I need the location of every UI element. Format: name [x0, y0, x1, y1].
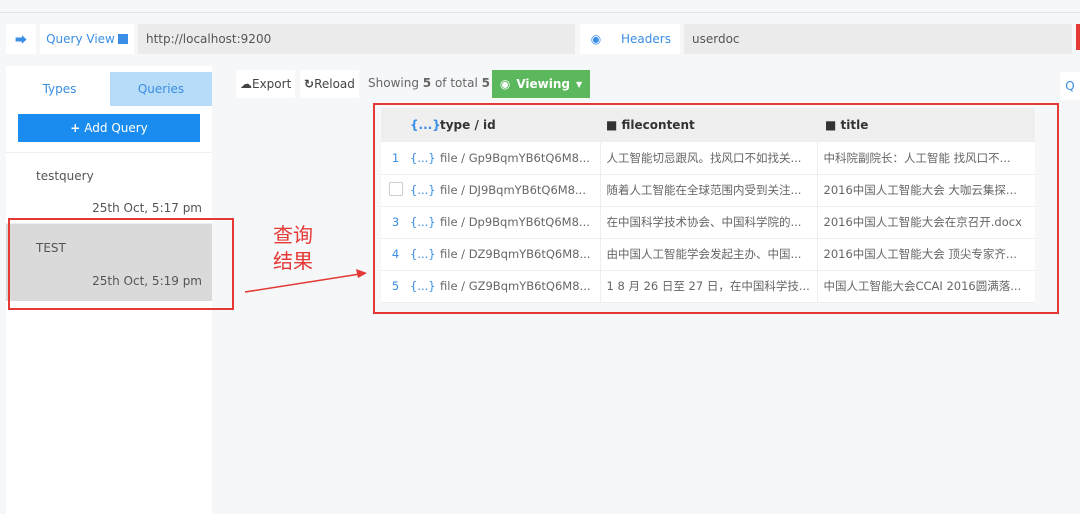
- table-row[interactable]: 1 {...} file / Gp9BqmYB6tQ6M8... 人工智能切忌跟…: [381, 142, 1035, 175]
- cell-type-id: file / Dp9BqmYB6tQ6M8...: [440, 206, 600, 239]
- json-icon: {...}: [410, 108, 441, 142]
- cell-filecontent: 随着人工智能在全球范围内受到关注...: [599, 174, 817, 207]
- cell-filecontent: 由中国人工智能学会发起主办、中国...: [599, 238, 817, 271]
- cell-title: 中科院副院长：人工智能 找风口不...: [816, 142, 1035, 175]
- tab-queries[interactable]: Queries: [110, 72, 212, 106]
- annotation-arrow: [244, 269, 367, 293]
- cell-title: 中国人工智能大会CCAI 2016圆满落...: [816, 270, 1035, 303]
- results-table: {...} type / id ■ filecontent ■ title 1 …: [381, 108, 1035, 303]
- table-header: {...} type / id ■ filecontent ■ title: [381, 108, 1035, 142]
- cell-type-id: file / GZ9BqmYB6tQ6M8...: [440, 270, 600, 303]
- cell-filecontent: 1 8 月 26 日至 27 日，在中国科学技...: [599, 270, 817, 303]
- column-filecontent[interactable]: ■ filecontent: [600, 108, 817, 142]
- url-input[interactable]: http://localhost:9200: [138, 24, 575, 54]
- table-row[interactable]: 4 {...} file / DZ9BqmYB6tQ6M8... 由中国人工智能…: [381, 238, 1035, 271]
- table-row[interactable]: {...} file / DJ9BqmYB6tQ6M8... 随着人工智能在全球…: [381, 174, 1035, 207]
- reload-label: Reload: [314, 77, 355, 91]
- row-number: 4: [381, 238, 410, 271]
- top-divider: [0, 12, 1080, 13]
- column-title[interactable]: ■ title: [817, 108, 1035, 142]
- right-edge-button[interactable]: [1076, 24, 1080, 50]
- query-time: 25th Oct, 5:17 pm: [92, 201, 202, 215]
- table-row[interactable]: 3 {...} file / Dp9BqmYB6tQ6M8... 在中国科学技术…: [381, 206, 1035, 239]
- add-query-label: Add Query: [84, 121, 148, 135]
- cloud-download-icon: ☁: [240, 77, 252, 91]
- cell-title: 2016中国人工智能大会 顶尖专家齐...: [816, 238, 1035, 271]
- row-number: 3: [381, 206, 410, 239]
- cell-type-id: file / DJ9BqmYB6tQ6M8...: [440, 174, 600, 207]
- reload-button[interactable]: ↻ Reload: [300, 70, 359, 98]
- viewing-dropdown[interactable]: ◉ Viewing ▼: [492, 70, 590, 98]
- caret-down-icon: ▼: [576, 79, 583, 89]
- cell-type-id: file / Gp9BqmYB6tQ6M8...: [440, 142, 600, 175]
- query-item[interactable]: testquery 25th Oct, 5:17 pm: [6, 152, 212, 220]
- query-view-label: Query View: [46, 32, 115, 46]
- cell-title: 2016中国人工智能大会 大咖云集探...: [816, 174, 1035, 207]
- plus-icon: +: [70, 121, 81, 135]
- external-link-icon: [117, 34, 128, 44]
- json-icon[interactable]: {...}: [410, 174, 440, 207]
- cell-title: 2016中国人工智能大会在京召开.docx: [816, 206, 1035, 239]
- json-icon[interactable]: {...}: [410, 270, 440, 303]
- eye-icon[interactable]: ◉: [580, 24, 612, 54]
- comment-icon: ■: [825, 118, 841, 132]
- cell-filecontent: 人工智能切忌跟风。找风口不如找关...: [599, 142, 817, 175]
- row-number: 5: [381, 270, 410, 303]
- query-name: testquery: [36, 169, 94, 183]
- export-label: Export: [252, 77, 292, 91]
- refresh-icon: ↻: [304, 77, 315, 91]
- column-type-id[interactable]: type / id: [440, 108, 600, 142]
- share-icon[interactable]: ⮕: [6, 24, 36, 54]
- headers-button[interactable]: Headers: [612, 24, 680, 54]
- json-icon[interactable]: {...}: [410, 238, 440, 271]
- selected-query-highlight: [8, 218, 234, 310]
- viewing-label: Viewing: [516, 77, 570, 91]
- row-number: 1: [381, 142, 410, 175]
- json-icon[interactable]: {...}: [410, 206, 440, 239]
- cell-type-id: file / DZ9BqmYB6tQ6M8...: [440, 238, 600, 271]
- table-row[interactable]: 5 {...} file / GZ9BqmYB6tQ6M8... 1 8 月 2…: [381, 270, 1035, 303]
- json-icon[interactable]: {...}: [410, 142, 440, 175]
- add-query-button[interactable]: + Add Query: [18, 114, 200, 142]
- export-button[interactable]: ☁ Export: [236, 70, 296, 98]
- row-number: [381, 174, 410, 207]
- row-checkbox[interactable]: [388, 181, 403, 196]
- result-count: Showing 5 of total 5: [368, 76, 490, 90]
- types-input[interactable]: userdoc: [684, 24, 1072, 54]
- tab-types[interactable]: Types: [12, 72, 107, 106]
- eye-icon: ◉: [499, 77, 511, 91]
- cell-filecontent: 在中国科学技术协会、中国科学院的...: [599, 206, 817, 239]
- comment-icon: ■: [606, 118, 622, 132]
- right-panel-button[interactable]: Q: [1060, 72, 1080, 100]
- query-view-link[interactable]: Query View: [40, 24, 134, 54]
